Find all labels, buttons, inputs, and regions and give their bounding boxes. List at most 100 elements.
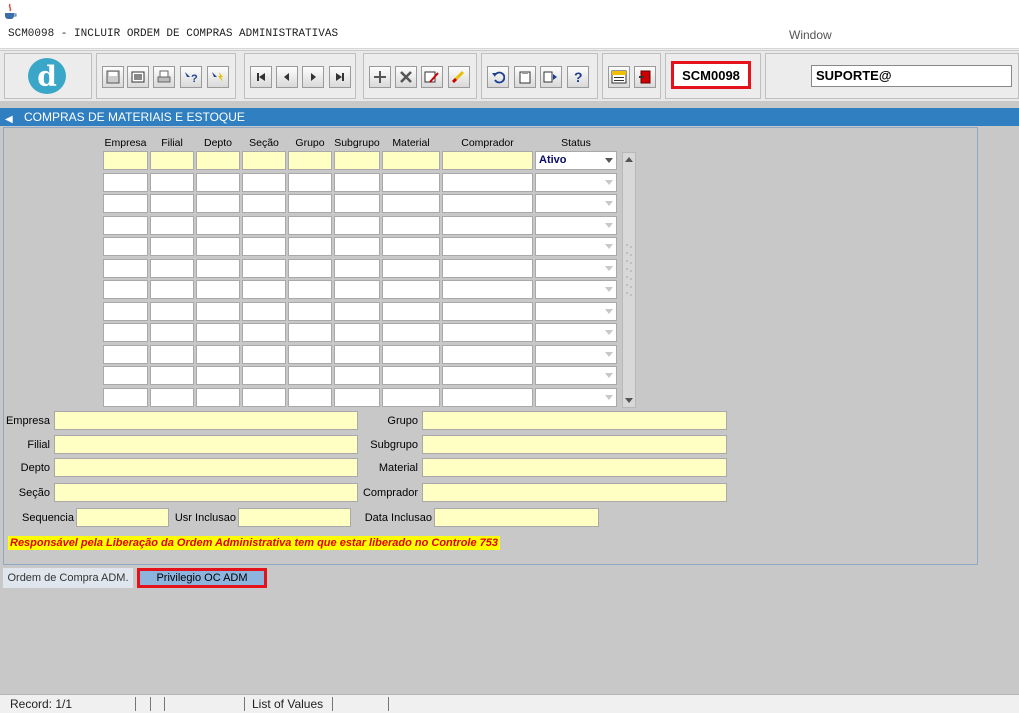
grid-cell-empresa[interactable]: [103, 280, 148, 299]
grid-cell-subgrupo[interactable]: [334, 387, 380, 407]
grid-cell-material[interactable]: [382, 323, 440, 342]
grid-cell-status-select[interactable]: [535, 215, 617, 235]
usr-inclusao-field[interactable]: [238, 508, 351, 527]
grid-cell-status-select[interactable]: [535, 387, 617, 407]
grid-cell-filial[interactable]: [150, 280, 194, 299]
vertical-scrollbar[interactable]: [622, 152, 636, 408]
grid-cell-secao[interactable]: [242, 280, 286, 299]
grid-cell-filial[interactable]: [150, 301, 194, 321]
help-icon[interactable]: ?: [567, 66, 589, 88]
depto-field[interactable]: [54, 458, 358, 477]
grid-cell-depto[interactable]: [196, 280, 240, 299]
first-record-icon[interactable]: [250, 66, 272, 88]
grid-cell-material[interactable]: [382, 301, 440, 321]
grid-cell-subgrupo[interactable]: [334, 215, 380, 235]
list-values-icon[interactable]: [540, 66, 562, 88]
secao-field[interactable]: [54, 483, 358, 502]
grid-cell-depto[interactable]: [196, 151, 240, 170]
clear-record-icon[interactable]: [448, 66, 470, 88]
menu-window[interactable]: Window: [789, 28, 832, 42]
grid-cell-grupo[interactable]: [288, 323, 332, 342]
grid-cell-material[interactable]: [382, 172, 440, 192]
grid-cell-secao[interactable]: [242, 215, 286, 235]
grid-cell-comprador[interactable]: [442, 237, 533, 256]
grid-cell-status-select[interactable]: [535, 344, 617, 364]
grid-cell-status-select[interactable]: [535, 366, 617, 385]
grid-cell-empresa[interactable]: [103, 194, 148, 213]
grid-cell-empresa[interactable]: [103, 344, 148, 364]
grid-cell-depto[interactable]: [196, 172, 240, 192]
comprador-field[interactable]: [422, 483, 727, 502]
grid-cell-grupo[interactable]: [288, 387, 332, 407]
grid-cell-secao[interactable]: [242, 172, 286, 192]
grid-cell-subgrupo[interactable]: [334, 237, 380, 256]
subgrupo-field[interactable]: [422, 435, 727, 454]
sequencia-field[interactable]: [76, 508, 169, 527]
save-icon[interactable]: [102, 66, 124, 88]
grid-cell-depto[interactable]: [196, 323, 240, 342]
grid-cell-status-select[interactable]: [535, 323, 617, 342]
grid-cell-filial[interactable]: [150, 344, 194, 364]
grid-cell-filial[interactable]: [150, 366, 194, 385]
window-icon[interactable]: [127, 66, 149, 88]
edit-record-icon[interactable]: [421, 66, 443, 88]
grid-cell-filial[interactable]: [150, 323, 194, 342]
grid-cell-subgrupo[interactable]: [334, 323, 380, 342]
grid-cell-status-select[interactable]: Ativo: [535, 151, 617, 170]
grid-cell-grupo[interactable]: [288, 366, 332, 385]
grid-cell-grupo[interactable]: [288, 151, 332, 170]
grid-cell-material[interactable]: [382, 215, 440, 235]
undo-icon[interactable]: [487, 66, 509, 88]
grid-cell-comprador[interactable]: [442, 344, 533, 364]
print-icon[interactable]: [153, 66, 175, 88]
query-execute-icon[interactable]: [207, 66, 229, 88]
grid-cell-secao[interactable]: [242, 151, 286, 170]
exit-icon[interactable]: [634, 66, 656, 88]
grid-cell-comprador[interactable]: [442, 172, 533, 192]
grid-cell-depto[interactable]: [196, 237, 240, 256]
grid-cell-filial[interactable]: [150, 215, 194, 235]
grid-cell-depto[interactable]: [196, 387, 240, 407]
grid-cell-grupo[interactable]: [288, 237, 332, 256]
grid-cell-status-select[interactable]: [535, 280, 617, 299]
grid-cell-empresa[interactable]: [103, 172, 148, 192]
grid-cell-comprador[interactable]: [442, 323, 533, 342]
grid-cell-secao[interactable]: [242, 387, 286, 407]
grid-cell-filial[interactable]: [150, 387, 194, 407]
grid-cell-subgrupo[interactable]: [334, 280, 380, 299]
grid-cell-filial[interactable]: [150, 151, 194, 170]
grid-cell-empresa[interactable]: [103, 215, 148, 235]
grid-cell-comprador[interactable]: [442, 301, 533, 321]
grid-cell-subgrupo[interactable]: [334, 344, 380, 364]
grid-cell-depto[interactable]: [196, 301, 240, 321]
grid-cell-filial[interactable]: [150, 258, 194, 278]
grid-cell-secao[interactable]: [242, 237, 286, 256]
grid-cell-grupo[interactable]: [288, 258, 332, 278]
grid-cell-depto[interactable]: [196, 215, 240, 235]
last-record-icon[interactable]: [329, 66, 351, 88]
delete-record-icon[interactable]: [395, 66, 417, 88]
grid-cell-comprador[interactable]: [442, 366, 533, 385]
grid-cell-comprador[interactable]: [442, 258, 533, 278]
previous-record-icon[interactable]: [276, 66, 298, 88]
grid-cell-status-select[interactable]: [535, 258, 617, 278]
grid-cell-filial[interactable]: [150, 172, 194, 192]
grid-cell-comprador[interactable]: [442, 194, 533, 213]
grid-cell-empresa[interactable]: [103, 366, 148, 385]
grid-cell-material[interactable]: [382, 344, 440, 364]
grid-cell-subgrupo[interactable]: [334, 366, 380, 385]
grid-cell-grupo[interactable]: [288, 215, 332, 235]
tab-ordem-compra-adm[interactable]: Ordem de Compra ADM.: [3, 568, 133, 588]
clipboard-icon[interactable]: [514, 66, 536, 88]
grid-cell-material[interactable]: [382, 151, 440, 170]
query-help-icon[interactable]: ?: [180, 66, 202, 88]
grid-cell-material[interactable]: [382, 258, 440, 278]
grid-cell-empresa[interactable]: [103, 387, 148, 407]
grid-cell-comprador[interactable]: [442, 151, 533, 170]
grid-cell-subgrupo[interactable]: [334, 151, 380, 170]
grid-cell-secao[interactable]: [242, 344, 286, 364]
grid-cell-subgrupo[interactable]: [334, 172, 380, 192]
menu-icon[interactable]: [608, 66, 630, 88]
data-inclusao-field[interactable]: [434, 508, 599, 527]
grid-cell-material[interactable]: [382, 366, 440, 385]
